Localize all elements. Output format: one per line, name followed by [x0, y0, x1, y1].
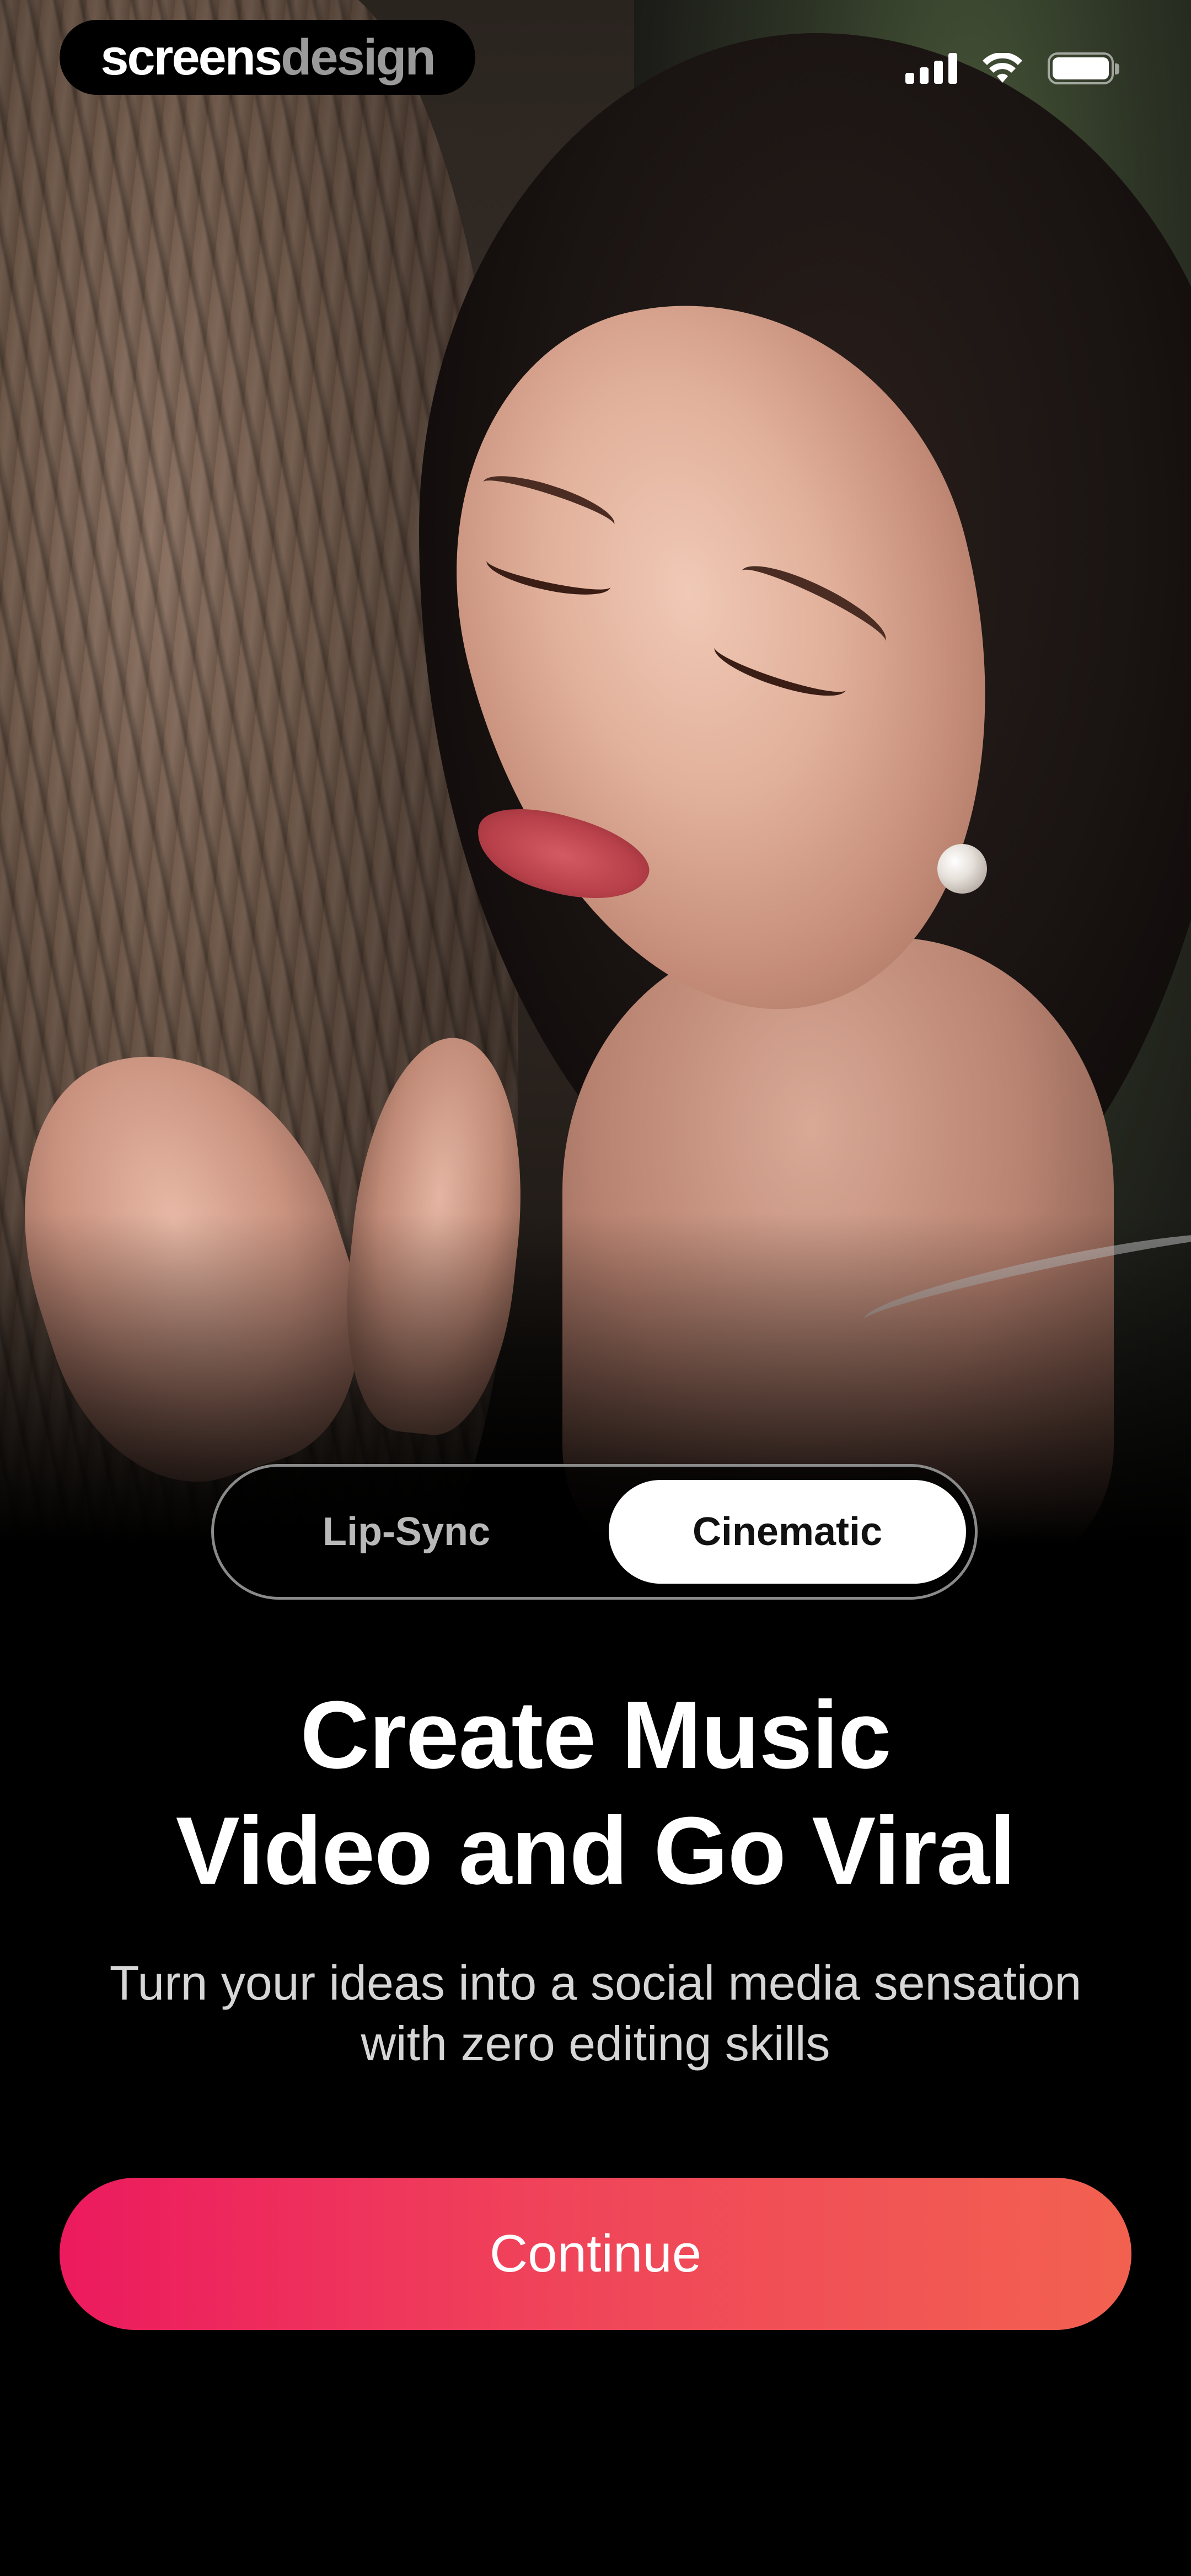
watermark-part2: design [281, 29, 436, 85]
status-bar [905, 46, 1119, 90]
headline: Create Music Video and Go Viral [0, 1677, 1191, 1909]
pearl-earring [937, 844, 987, 894]
battery-icon [1048, 52, 1119, 84]
tab-lip-sync[interactable]: Lip-Sync [227, 1480, 586, 1584]
tab-cinematic[interactable]: Cinematic [609, 1480, 966, 1584]
headline-line2: Video and Go Viral [175, 1797, 1016, 1904]
wifi-icon [983, 53, 1022, 83]
headline-line1: Create Music [300, 1681, 891, 1788]
subtitle: Turn your ideas into a social media sens… [66, 1953, 1125, 2074]
battery-fill [1053, 57, 1109, 79]
continue-button[interactable]: Continue [60, 2178, 1131, 2330]
mode-segmented-control: Lip-Sync Cinematic [211, 1464, 978, 1600]
subtitle-line1: Turn your ideas into a social media sens… [109, 1955, 1082, 2010]
hero-photo [0, 0, 1191, 1544]
cellular-signal-icon [905, 53, 957, 84]
subtitle-line2: with zero editing skills [361, 2016, 830, 2071]
screensdesign-watermark: screens design [60, 20, 475, 95]
watermark-part1: screens [100, 29, 282, 85]
